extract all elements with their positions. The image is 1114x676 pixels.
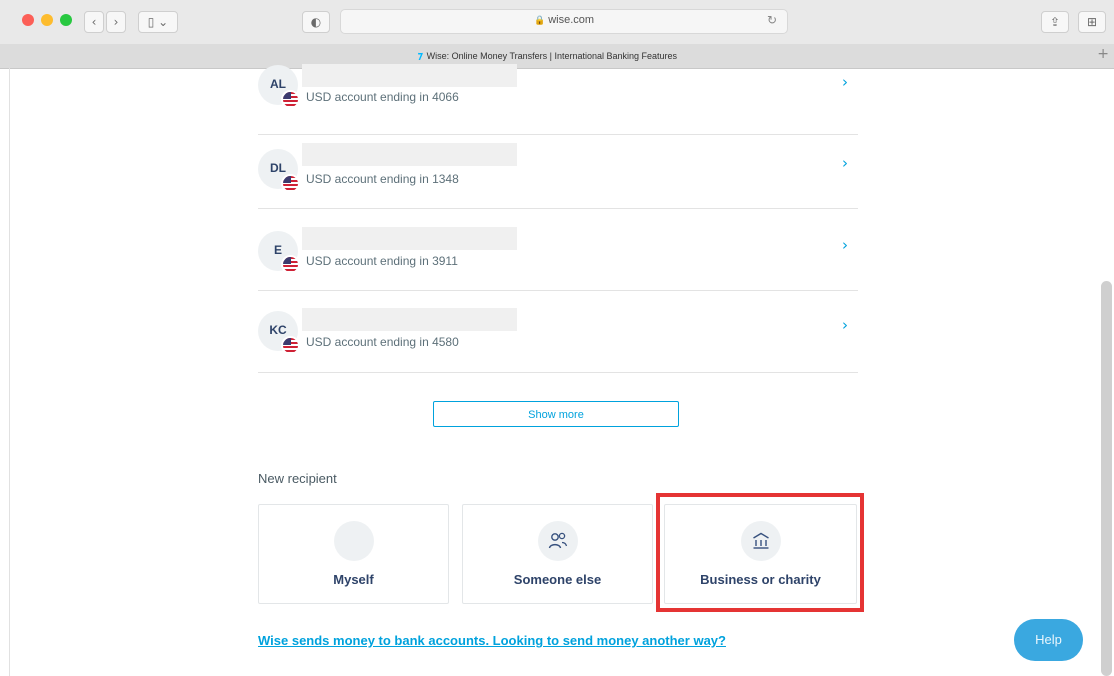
back-button[interactable]: ‹ xyxy=(84,11,104,33)
account-text: USD account ending in 4066 xyxy=(306,90,459,104)
recipient-row[interactable]: KC USD account ending in 4580 › xyxy=(258,292,858,373)
close-window-button[interactable] xyxy=(22,14,34,26)
tab-overview-icon[interactable]: ⊞ xyxy=(1078,11,1106,33)
show-more-button[interactable]: Show more xyxy=(433,401,679,427)
myself-option-card[interactable]: Myself xyxy=(258,504,449,604)
us-flag-icon xyxy=(281,255,300,274)
maximize-window-button[interactable] xyxy=(60,14,72,26)
chevron-right-icon[interactable]: › xyxy=(842,73,848,91)
blank-avatar-icon xyxy=(333,521,374,561)
business-or-charity-option-card[interactable]: Business or charity xyxy=(664,504,857,604)
lock-icon: 🔒 xyxy=(533,16,546,26)
recipient-name-redacted xyxy=(302,64,517,87)
send-money-another-way-link[interactable]: Wise sends money to bank accounts. Looki… xyxy=(258,633,726,648)
minimize-window-button[interactable] xyxy=(41,14,53,26)
recipient-name-redacted xyxy=(302,227,517,250)
chevron-right-icon[interactable]: › xyxy=(842,316,848,334)
chevron-right-icon[interactable]: › xyxy=(842,154,848,172)
sidebar-toggle-button[interactable]: ▯ ⌄ xyxy=(138,11,178,33)
account-text: USD account ending in 1348 xyxy=(306,172,459,186)
someone-else-option-card[interactable]: Someone else xyxy=(462,504,653,604)
recipient-row[interactable]: E USD account ending in 3911 › xyxy=(258,210,858,291)
scrollbar[interactable] xyxy=(1101,281,1112,676)
person-plus-icon-svg xyxy=(548,532,567,549)
account-text: USD account ending in 4580 xyxy=(306,335,459,349)
chevron-right-icon[interactable]: › xyxy=(842,236,848,254)
recipient-name-redacted xyxy=(302,308,517,331)
business-or-charity-label: Business or charity xyxy=(700,572,821,587)
reload-icon[interactable]: ↻ xyxy=(767,13,777,27)
someone-else-label: Someone else xyxy=(513,572,602,587)
forward-button[interactable]: › xyxy=(106,11,126,33)
url-text: wise.com xyxy=(548,14,595,26)
account-text: USD account ending in 3911 xyxy=(306,254,458,268)
privacy-shield-icon[interactable]: ◐ xyxy=(302,11,330,33)
us-flag-icon xyxy=(281,336,300,355)
bank-icon-svg xyxy=(752,532,769,549)
page-divider xyxy=(9,68,10,676)
help-button[interactable]: Help xyxy=(1014,619,1083,661)
recipient-row[interactable]: DL USD account ending in 1348 › xyxy=(258,128,858,209)
share-icon[interactable]: ⇪ xyxy=(1041,11,1069,33)
new-recipient-heading: New recipient xyxy=(258,471,337,486)
recipient-name-redacted xyxy=(302,143,517,166)
bank-icon xyxy=(740,521,781,561)
address-url: 🔒 wise.com xyxy=(341,14,787,26)
myself-label: Myself xyxy=(333,572,374,587)
person-plus-icon xyxy=(537,521,578,561)
new-tab-icon[interactable]: + xyxy=(1097,46,1109,62)
recipient-row[interactable]: AL USD account ending in 4066 › xyxy=(258,54,858,135)
us-flag-icon xyxy=(281,174,300,193)
browser-toolbar: ‹ › ▯ ⌄ ◐ 🔒 wise.com ↻ ⇪ ⊞ xyxy=(0,0,1114,45)
us-flag-icon xyxy=(281,90,300,109)
address-bar[interactable]: 🔒 wise.com ↻ xyxy=(340,9,788,34)
